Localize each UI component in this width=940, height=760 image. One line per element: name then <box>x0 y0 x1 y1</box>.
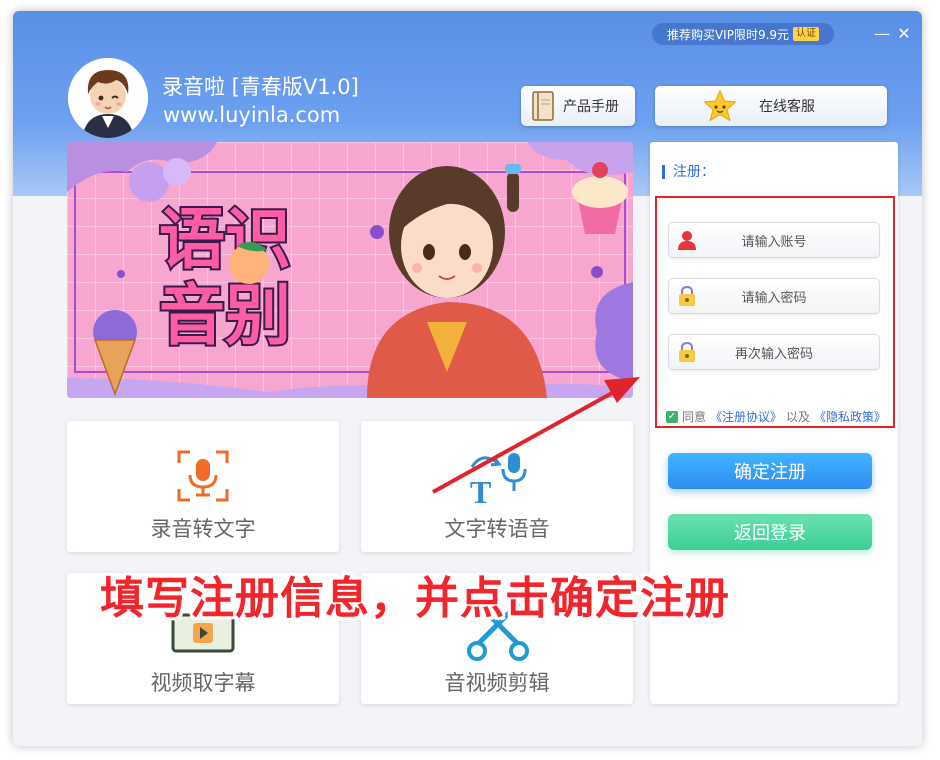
annotation-text: 填写注册信息，并点击确定注册 <box>100 573 730 624</box>
annotation-arrow <box>432 377 640 494</box>
